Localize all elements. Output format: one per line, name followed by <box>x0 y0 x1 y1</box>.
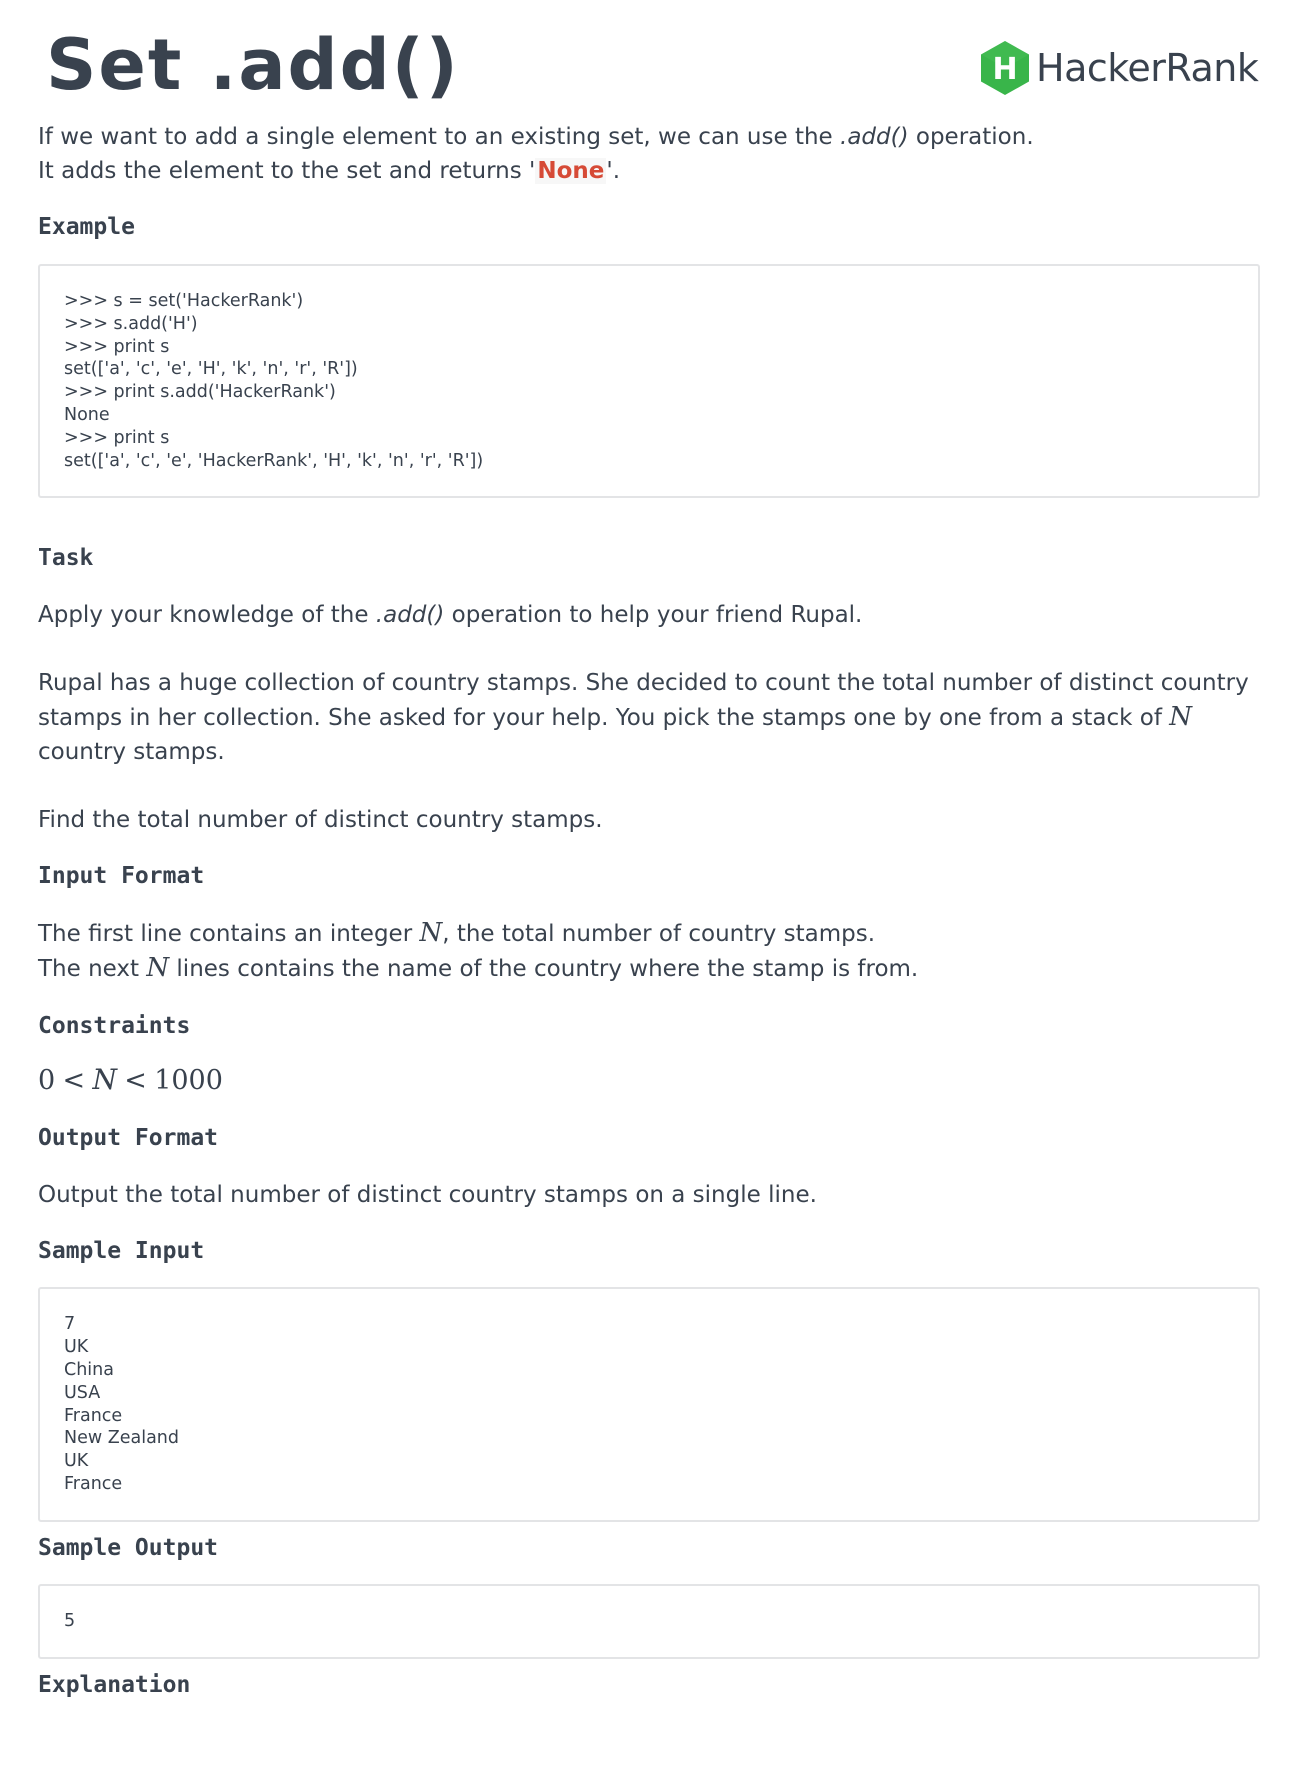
input-line: France <box>64 1405 123 1426</box>
input-line: UK <box>64 1451 89 1472</box>
math-var-n: N <box>146 953 170 984</box>
input-line: New Zealand <box>64 1428 179 1449</box>
add-method-ref: .add() <box>840 124 909 150</box>
intro-line-2: It adds the element to the set and retur… <box>38 158 621 184</box>
output-format-text: Output the total number of distinct coun… <box>38 1182 817 1209</box>
code-line: set(['a', 'c', 'e', 'HackerRank', 'H', '… <box>64 450 484 471</box>
input-line: 7 <box>64 1314 76 1335</box>
code-line: >>> print s <box>64 336 170 357</box>
task-paragraph-3: Find the total number of distinct countr… <box>38 807 603 834</box>
none-inline-code: None <box>535 158 607 184</box>
input-format-line-1: The first line contains an integer N, th… <box>38 918 876 949</box>
hackerrank-hex-icon: H <box>981 41 1029 95</box>
input-line: USA <box>64 1382 101 1403</box>
code-line: None <box>64 404 110 425</box>
add-method-ref: .add() <box>375 602 445 629</box>
sample-input-block: 7 UK China USA France New Zealand UK Fra… <box>38 1287 1260 1522</box>
input-line: China <box>64 1359 114 1380</box>
input-format-line-2: The next N lines contains the name of th… <box>38 953 919 984</box>
task-paragraph-2: Rupal has a huge collection of country s… <box>38 670 1249 766</box>
page-title: Set .add() <box>46 24 460 106</box>
code-line: >>> s.add('H') <box>64 313 198 334</box>
input-line: UK <box>64 1337 89 1358</box>
task-heading: Task <box>38 545 94 572</box>
hackerrank-logo[interactable]: H HackerRank <box>978 38 1259 98</box>
logo-letter: H <box>992 52 1017 87</box>
sample-input-heading: Sample Input <box>38 1238 205 1265</box>
code-line: >>> s = set('HackerRank') <box>64 291 304 311</box>
sample-output-heading: Sample Output <box>38 1534 219 1561</box>
example-heading: Example <box>38 214 135 240</box>
math-var-n: N <box>419 918 443 949</box>
input-format-heading: Input Format <box>38 863 205 890</box>
intro-line-1: If we want to add a single element to an… <box>38 124 1034 150</box>
code-line: >>> print s.add('HackerRank') <box>64 382 336 403</box>
logo-wordmark: HackerRank <box>1036 46 1259 90</box>
output-line: 5 <box>64 1610 76 1631</box>
constraints-formula: 0 < N < 1000 <box>38 1063 223 1097</box>
problem-page: Set .add() H HackerRank If we want to ad… <box>0 0 1300 1772</box>
output-format-heading: Output Format <box>38 1125 219 1152</box>
example-code-block: >>> s = set('HackerRank') >>> s.add('H')… <box>38 264 1260 499</box>
sample-output-block: 5 <box>38 1583 1260 1659</box>
math-var-n: N <box>1169 702 1192 733</box>
constraints-heading: Constraints <box>38 1013 191 1040</box>
input-line: France <box>64 1473 123 1494</box>
explanation-heading: Explanation <box>38 1671 191 1698</box>
problem-content: If we want to add a single element to an… <box>38 120 1260 1701</box>
code-line: set(['a', 'c', 'e', 'H', 'k', 'n', 'r', … <box>64 359 358 380</box>
code-line: >>> print s <box>64 427 170 448</box>
task-paragraph-1: Apply your knowledge of the .add() opera… <box>38 602 863 629</box>
